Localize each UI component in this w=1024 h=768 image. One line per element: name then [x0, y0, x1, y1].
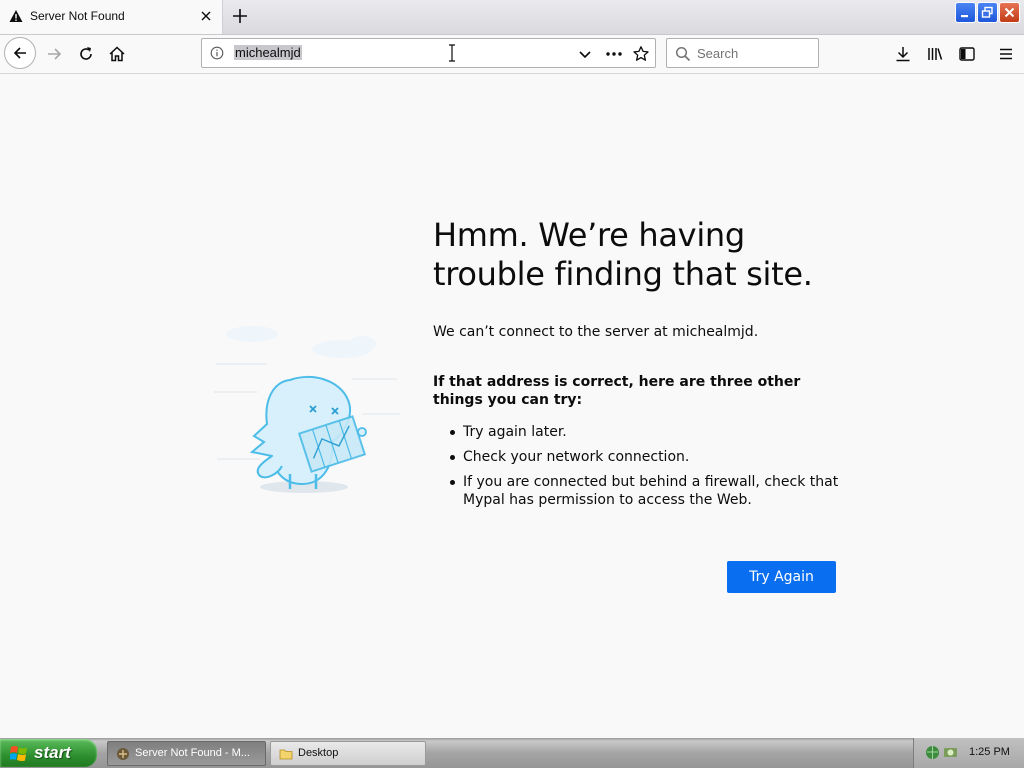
back-button[interactable] [4, 37, 36, 69]
taskbar-item-label: Desktop [298, 747, 339, 759]
forward-button[interactable] [40, 39, 70, 69]
clock: 1:25 PM [969, 746, 1010, 758]
plus-icon[interactable] [228, 5, 252, 27]
security-icon[interactable] [943, 745, 958, 760]
forward-icon [48, 48, 62, 60]
taskbar-item-browser[interactable]: Server Not Found - M... [107, 741, 266, 766]
search-icon [675, 46, 691, 62]
home-icon [109, 46, 125, 62]
star-icon[interactable] [632, 45, 650, 63]
window-close-button[interactable] [999, 2, 1020, 23]
more-icon[interactable] [604, 46, 624, 62]
suggestions-list: Try again later. Check your network conn… [433, 423, 843, 516]
taskbar-item-desktop[interactable]: Desktop [270, 741, 426, 766]
error-page: Hmm. We’re having trouble finding that s… [0, 74, 1024, 738]
network-icon[interactable] [925, 745, 940, 760]
warning-icon [9, 10, 23, 22]
tab-strip: Server Not Found [0, 0, 1024, 35]
home-button[interactable] [102, 39, 132, 69]
url-bar[interactable]: michealmjd [201, 38, 656, 68]
tab-title: Server Not Found [30, 9, 125, 23]
minimize-icon [961, 15, 968, 18]
restore-icon [981, 6, 993, 18]
reload-button[interactable] [71, 39, 101, 69]
taskbar-item-label: Server Not Found - M... [135, 747, 250, 759]
chevron-down-icon[interactable] [577, 46, 593, 62]
list-item: Check your network connection. [433, 448, 843, 466]
error-description: We can’t connect to the server at michea… [433, 324, 759, 340]
menu-button[interactable] [991, 39, 1021, 69]
back-icon [13, 47, 26, 59]
folder-icon [279, 749, 293, 760]
error-heading: Hmm. We’re having trouble finding that s… [433, 216, 813, 293]
tab-server-not-found[interactable]: Server Not Found [0, 0, 223, 34]
library-icon [928, 48, 943, 60]
start-button[interactable]: start [0, 739, 97, 767]
windows-logo-icon [10, 746, 27, 762]
reload-icon [80, 47, 92, 60]
browser-icon [117, 748, 129, 760]
system-tray: 1:25 PM [913, 738, 1024, 768]
library-button[interactable] [920, 39, 950, 69]
close-icon [1004, 7, 1015, 18]
dinosaur-illustration [214, 326, 400, 493]
restore-button[interactable] [977, 2, 998, 23]
try-again-button[interactable]: Try Again [727, 561, 836, 593]
list-item: Try again later. [433, 423, 843, 441]
downloads-button[interactable] [888, 39, 918, 69]
navigation-toolbar: michealmjd Search [0, 35, 1024, 74]
search-bar[interactable]: Search [666, 38, 819, 68]
info-icon[interactable] [210, 46, 224, 60]
menu-icon [1000, 48, 1012, 60]
url-input[interactable]: michealmjd [234, 45, 302, 60]
text-cursor-icon [449, 44, 455, 62]
taskbar: start Server Not Found - M... Desktop 1:… [0, 738, 1024, 768]
sidebar-button[interactable] [952, 39, 982, 69]
list-item: If you are connected but behind a firewa… [433, 473, 843, 509]
minimize-button[interactable] [955, 2, 976, 23]
start-label: start [34, 743, 71, 762]
search-input[interactable]: Search [697, 46, 738, 61]
sidebar-icon [959, 47, 975, 61]
close-icon[interactable] [198, 8, 214, 24]
download-icon [896, 47, 910, 62]
suggestions-heading: If that address is correct, here are thr… [433, 374, 801, 408]
